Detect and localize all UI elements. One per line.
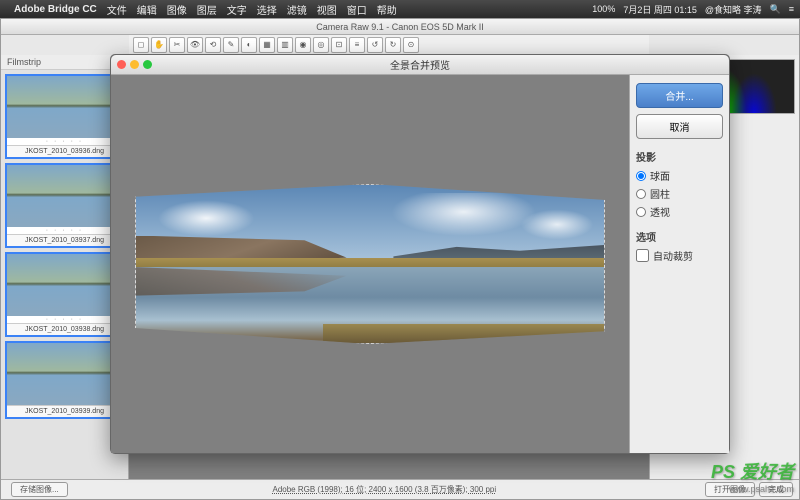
thumb-2[interactable]: · · · · · JKOST_2010_03937.dng <box>5 163 124 248</box>
menu-view[interactable]: 视图 <box>317 2 337 17</box>
pano-options-sidebar: 合并... 取消 投影 球面 圆柱 透视 选项 自动裁剪 <box>629 75 729 453</box>
tool-menu[interactable]: ≡ <box>349 37 365 53</box>
tool-hand[interactable]: ✋ <box>151 37 167 53</box>
pano-title-text: 全景合并预览 <box>390 57 450 72</box>
menu-file[interactable]: 文件 <box>107 2 127 17</box>
menu-edit[interactable]: 编辑 <box>137 2 157 17</box>
menu-window[interactable]: 窗口 <box>347 2 367 17</box>
acr-toolbar: ◻ ✋ ✂ 👁 ⟲ ✎ ◐ ▦ ▥ ◉ ◎ ⊡ ≡ ↺ ↻ ⊙ <box>129 35 649 55</box>
battery-indicator: 100% <box>592 4 615 14</box>
thumb-image <box>7 254 122 316</box>
projection-section: 投影 球面 圆柱 透视 <box>636 149 723 219</box>
menu-extras-icon[interactable]: ≡ <box>789 4 794 14</box>
thumb-image <box>7 76 122 138</box>
radio-cylindrical[interactable] <box>636 189 646 199</box>
workflow-info[interactable]: Adobe RGB (1998); 16 位; 2400 x 1600 (3.8… <box>68 484 701 495</box>
tool-target[interactable]: ◎ <box>313 37 329 53</box>
thumb-image <box>7 343 122 405</box>
user-name: @食知略 李涛 <box>705 3 762 16</box>
radio-spherical[interactable] <box>636 171 646 181</box>
filmstrip-header: Filmstrip <box>1 55 128 70</box>
thumb-filename: JKOST_2010_03937.dng <box>7 234 122 246</box>
panorama-preview-image <box>135 184 605 344</box>
acr-titlebar: Camera Raw 9.1 - Canon EOS 5D Mark II <box>1 19 799 35</box>
radio-perspective[interactable] <box>636 207 646 217</box>
tool-grad[interactable]: ▦ <box>259 37 275 53</box>
minimize-icon[interactable] <box>130 60 139 69</box>
tool-spot[interactable]: ◉ <box>295 37 311 53</box>
projection-cylindrical[interactable]: 圆柱 <box>636 186 723 201</box>
tool-mark[interactable]: ⊙ <box>403 37 419 53</box>
zoom-icon[interactable] <box>143 60 152 69</box>
acr-footer: 存储图像... Adobe RGB (1998); 16 位; 2400 x 1… <box>1 479 799 499</box>
thumb-filename: JKOST_2010_03939.dng <box>7 405 122 417</box>
window-traffic-lights <box>117 60 152 69</box>
tool-rotate[interactable]: ⟲ <box>205 37 221 53</box>
merge-button[interactable]: 合并... <box>636 83 723 108</box>
open-image-button[interactable]: 打开图像 <box>705 482 755 497</box>
projection-perspective[interactable]: 透视 <box>636 204 723 219</box>
thumb-rating: · · · · · <box>7 316 122 323</box>
menu-image[interactable]: 图像 <box>167 2 187 17</box>
tool-zoom[interactable]: ◻ <box>133 37 149 53</box>
tool-redeye[interactable]: ◐ <box>241 37 257 53</box>
autocrop-checkbox[interactable] <box>636 249 649 262</box>
thumb-1[interactable]: · · · · · JKOST_2010_03936.dng <box>5 74 124 159</box>
pano-preview-area <box>111 75 629 453</box>
tool-brush[interactable]: ✎ <box>223 37 239 53</box>
thumb-rating: · · · · · <box>7 227 122 234</box>
projection-title: 投影 <box>636 149 723 164</box>
pano-titlebar: 全景合并预览 <box>111 55 729 75</box>
thumb-image <box>7 165 122 227</box>
menu-layer[interactable]: 图层 <box>197 2 217 17</box>
datetime: 7月2日 周四 01:15 <box>623 3 697 16</box>
panorama-merge-dialog: 全景合并预览 合并... 取消 投影 球面 圆柱 透视 <box>110 54 730 454</box>
options-title: 选项 <box>636 229 723 244</box>
close-icon[interactable] <box>117 60 126 69</box>
app-name[interactable]: Adobe Bridge CC <box>14 4 97 15</box>
thumb-3[interactable]: · · · · · JKOST_2010_03938.dng <box>5 252 124 337</box>
thumb-filename: JKOST_2010_03938.dng <box>7 323 122 335</box>
thumb-4[interactable]: JKOST_2010_03939.dng <box>5 341 124 419</box>
tool-radial[interactable]: ▥ <box>277 37 293 53</box>
tool-cw[interactable]: ↻ <box>385 37 401 53</box>
projection-spherical[interactable]: 球面 <box>636 168 723 183</box>
options-section: 选项 自动裁剪 <box>636 229 723 263</box>
thumb-rating: · · · · · <box>7 138 122 145</box>
thumb-filename: JKOST_2010_03936.dng <box>7 145 122 157</box>
tool-ccw[interactable]: ↺ <box>367 37 383 53</box>
cancel-button[interactable]: 取消 <box>636 114 723 139</box>
macos-menubar: Adobe Bridge CC 文件 编辑 图像 图层 文字 选择 滤镜 视图 … <box>0 0 800 18</box>
save-image-button[interactable]: 存储图像... <box>11 482 68 497</box>
menu-select[interactable]: 选择 <box>257 2 277 17</box>
menu-help[interactable]: 帮助 <box>377 2 397 17</box>
autocrop-option[interactable]: 自动裁剪 <box>636 248 723 263</box>
tool-pref[interactable]: ⊡ <box>331 37 347 53</box>
spotlight-icon[interactable]: 🔍 <box>770 4 781 15</box>
menu-type[interactable]: 文字 <box>227 2 247 17</box>
done-button[interactable]: 完成 <box>759 482 793 497</box>
menu-filter[interactable]: 滤镜 <box>287 2 307 17</box>
tool-eye[interactable]: 👁 <box>187 37 203 53</box>
tool-crop[interactable]: ✂ <box>169 37 185 53</box>
